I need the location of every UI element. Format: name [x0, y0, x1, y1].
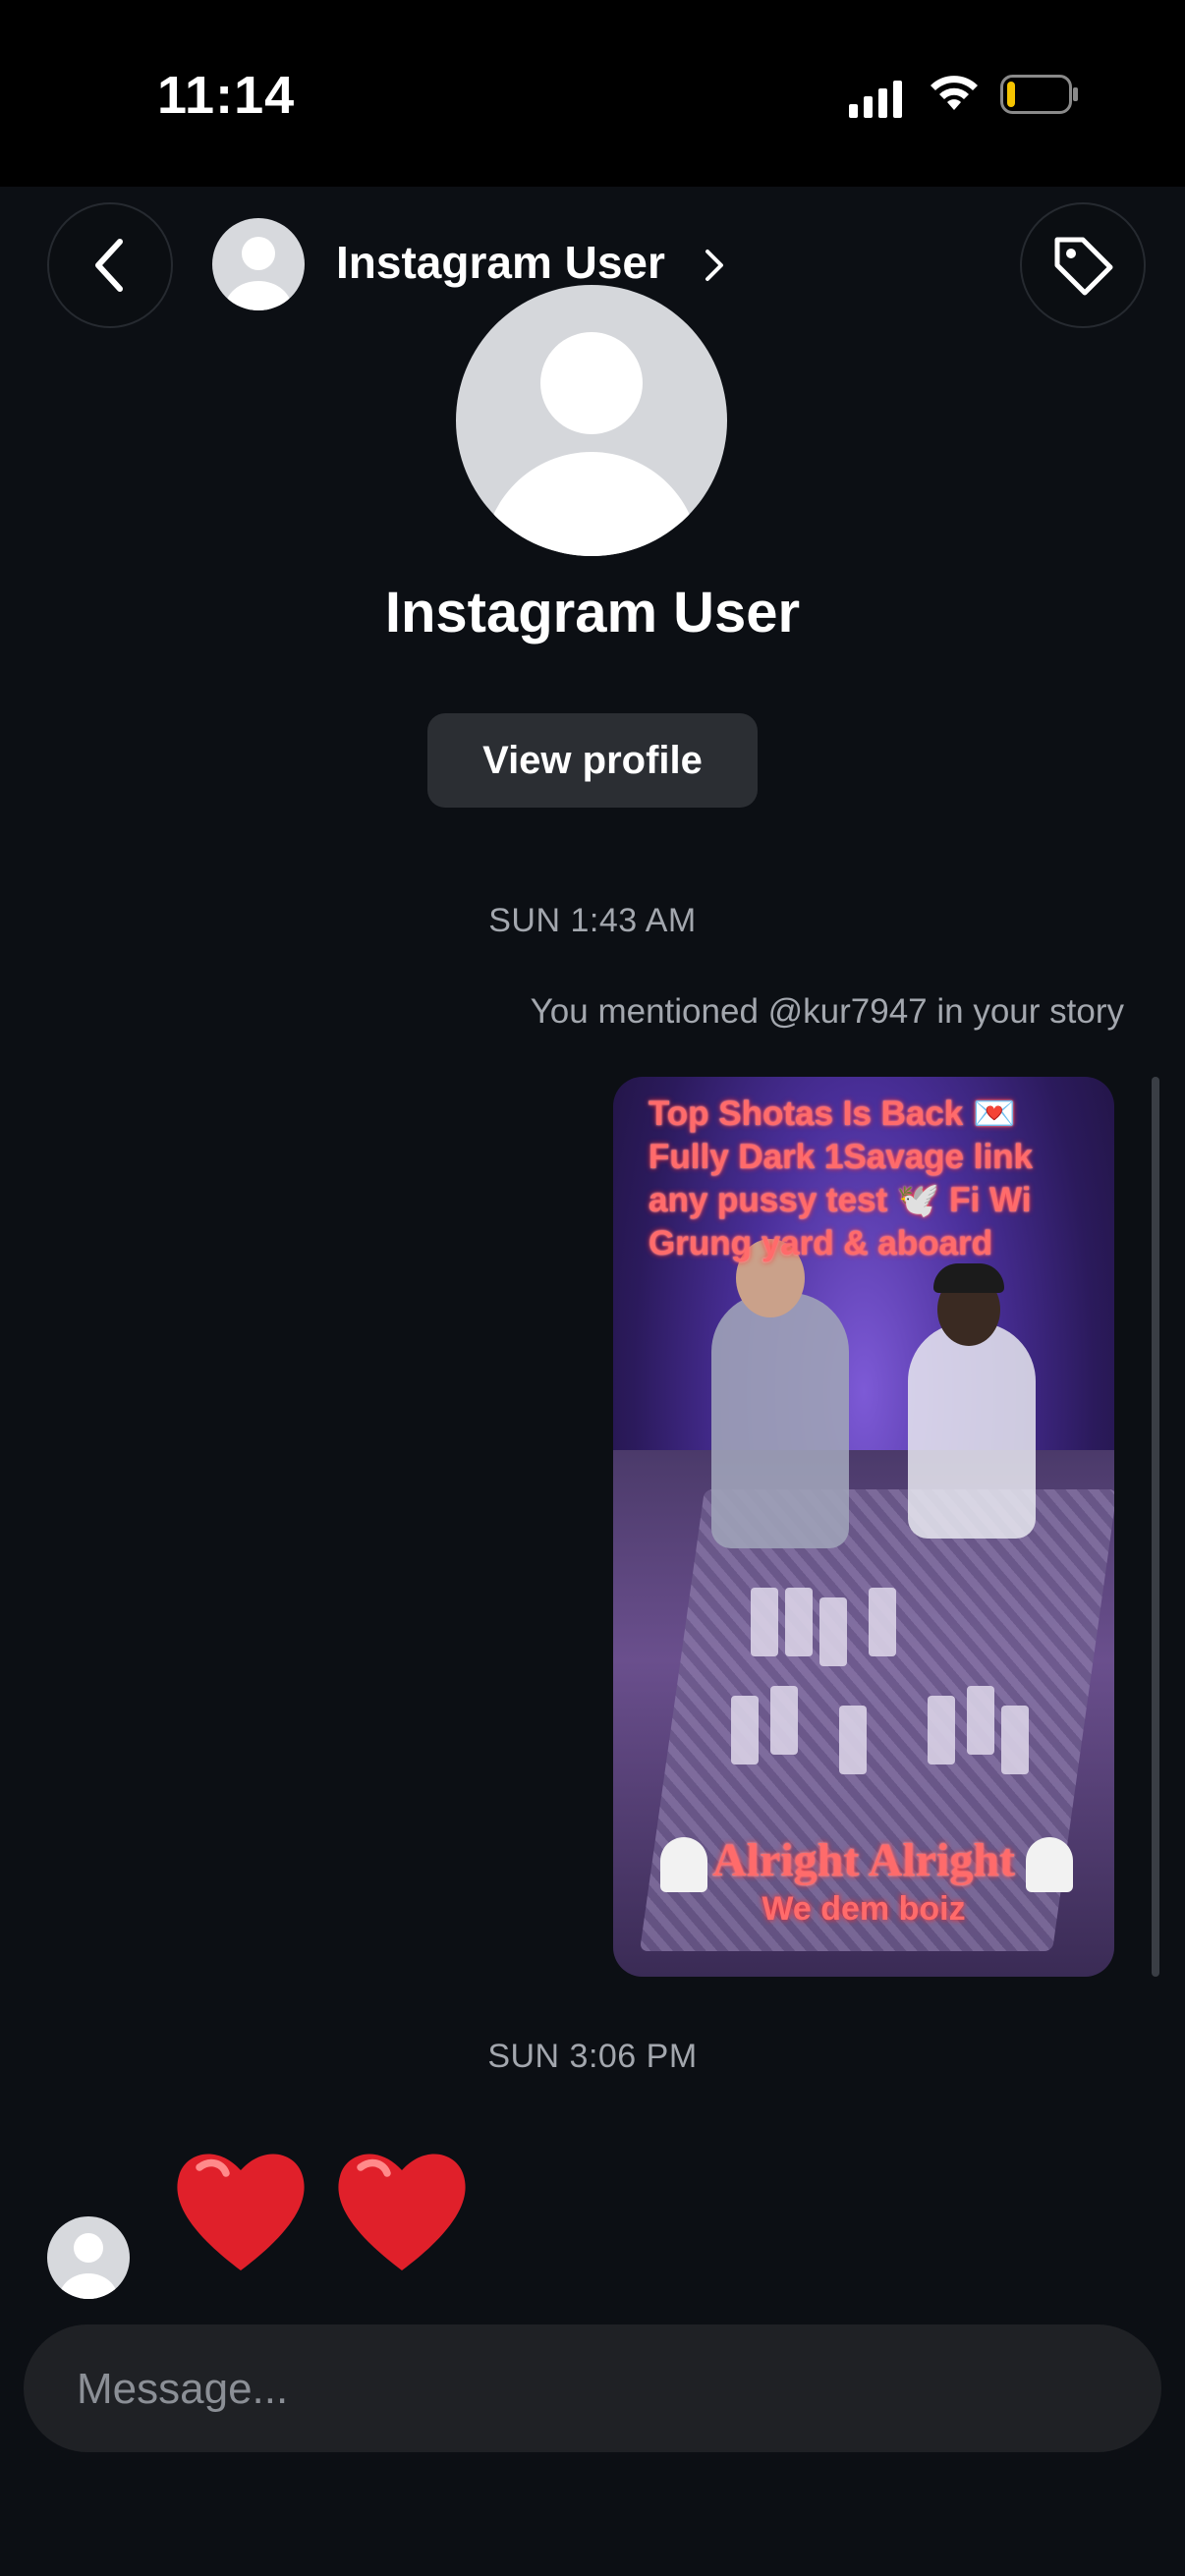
story-mention-text: You mentioned @kur7947 in your story [530, 992, 1124, 1031]
sender-avatar[interactable] [47, 2216, 130, 2299]
default-user-icon [483, 332, 700, 556]
tag-icon [1054, 237, 1113, 296]
heart-icon [338, 2154, 466, 2270]
received-heart-message[interactable]: ❤️❤️ [167, 2138, 476, 2295]
wifi-icon [931, 76, 978, 110]
story-image[interactable]: Top Shotas Is Back 💌 Fully Dark 1Savage … [613, 1077, 1114, 1977]
view-profile-button[interactable]: View profile [427, 713, 758, 808]
status-time: 11:14 [157, 66, 296, 125]
default-user-icon [225, 237, 292, 310]
header-avatar[interactable] [212, 218, 305, 310]
default-user-icon [59, 2233, 118, 2299]
story-caption-subtitle: We dem boiz [762, 1890, 966, 1928]
message-input[interactable] [75, 2324, 1110, 2454]
message-timestamp: SUN 1:43 AM [488, 902, 697, 939]
story-caption-top: Top Shotas Is Back 💌 Fully Dark 1Savage … [649, 1094, 1034, 1262]
heart-icon [177, 2154, 305, 2270]
message-composer [24, 2324, 1161, 2454]
header-username[interactable]: Instagram User [336, 236, 665, 289]
story-scrollbar[interactable] [1152, 1077, 1159, 1977]
profile-avatar [456, 285, 727, 556]
tag-button[interactable] [1020, 202, 1146, 328]
message-timestamp: SUN 3:06 PM [487, 2038, 698, 2075]
profile-name: Instagram User [384, 581, 801, 644]
story-caption-bottom: Alright Alright [712, 1834, 1015, 1886]
battery-icon [1000, 75, 1078, 114]
back-arrow-icon [95, 239, 123, 292]
back-button[interactable] [47, 202, 173, 328]
chevron-right-icon[interactable] [702, 248, 727, 283]
cellular-signal-icon [849, 79, 904, 118]
